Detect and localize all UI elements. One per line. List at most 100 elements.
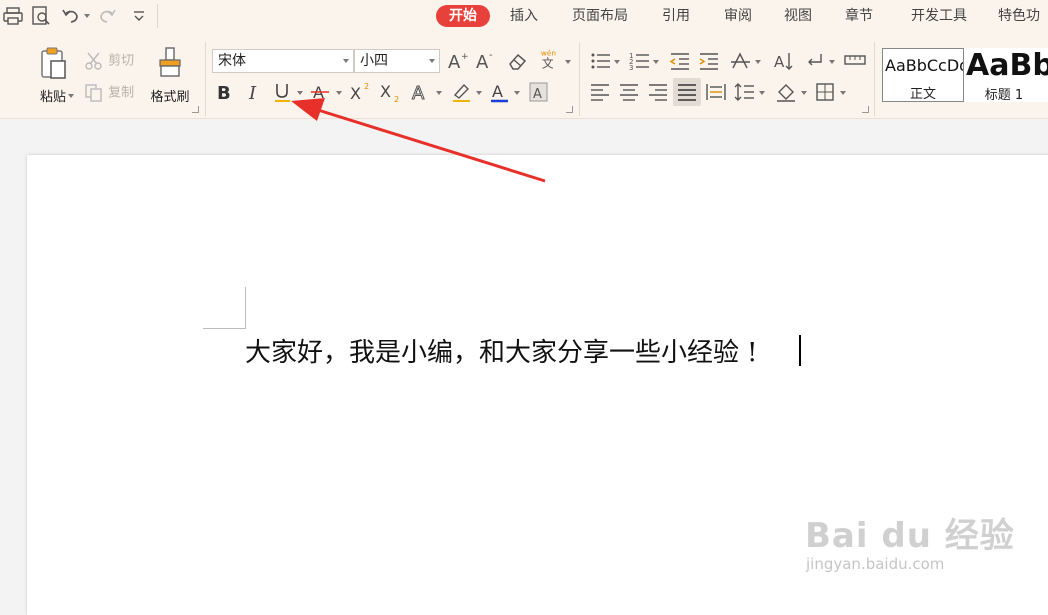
watermark-logo: Bai du 经验 [805, 516, 1015, 556]
strikethrough-dropdown-icon[interactable] [336, 91, 342, 95]
highlight-icon[interactable] [450, 81, 474, 103]
svg-text:3: 3 [629, 64, 633, 72]
font-color-icon[interactable]: A [488, 81, 512, 103]
svg-text:-: - [489, 50, 493, 61]
table-tools-icon[interactable] [843, 50, 867, 72]
italic-icon[interactable]: I [242, 81, 266, 103]
shrink-font-icon[interactable]: A- [474, 50, 498, 72]
decrease-indent-icon[interactable] [668, 50, 692, 72]
numbering-dropdown-icon[interactable] [653, 60, 659, 64]
cut-button[interactable]: 剪切 [84, 51, 134, 71]
font-size-select[interactable]: 小四 [354, 49, 440, 73]
tab-references[interactable]: 引用 [654, 5, 698, 27]
style-heading-1[interactable]: AaBb 标题 1 [964, 48, 1048, 102]
svg-text:A: A [492, 82, 503, 101]
customize-toolbar-icon[interactable] [128, 5, 150, 27]
align-right-icon[interactable] [646, 81, 670, 103]
grow-font-icon[interactable]: A + [446, 50, 470, 72]
svg-text:+: + [461, 52, 469, 62]
highlight-dropdown-icon[interactable] [476, 91, 482, 95]
tab-developer[interactable]: 开发工具 [902, 5, 976, 27]
paste-button[interactable]: 粘贴 [30, 46, 76, 118]
format-painter-button[interactable]: 格式刷 [144, 46, 196, 118]
underline-dropdown-icon[interactable] [297, 91, 303, 95]
scissors-icon [85, 52, 102, 70]
sort-icon[interactable]: A [771, 50, 795, 72]
phonetic-dropdown-icon[interactable] [565, 60, 571, 64]
strikethrough-icon[interactable]: A [309, 81, 333, 103]
chinese-layout-icon[interactable] [729, 50, 753, 72]
text-cursor [799, 335, 801, 366]
format-painter-label: 格式刷 [150, 90, 190, 105]
increase-indent-icon[interactable] [697, 50, 721, 72]
align-center-icon[interactable] [617, 81, 641, 103]
paste-dropdown-icon[interactable] [68, 94, 74, 98]
distributed-align-icon[interactable] [704, 81, 728, 103]
print-icon[interactable] [2, 5, 24, 27]
text-effects-icon[interactable]: A [409, 81, 433, 104]
character-shading-icon[interactable]: A [527, 81, 551, 103]
show-hide-marks-icon[interactable] [803, 50, 827, 72]
numbering-icon[interactable]: 123 [628, 50, 652, 72]
line-spacing-dropdown-icon[interactable] [759, 91, 765, 95]
svg-text:2: 2 [394, 95, 399, 103]
font-color-dropdown-icon[interactable] [514, 91, 520, 95]
watermark-url: jingyan.baidu.com [806, 555, 945, 573]
undo-icon[interactable] [60, 5, 82, 27]
tab-insert[interactable]: 插入 [503, 5, 545, 27]
subscript-icon[interactable]: X2 [378, 81, 402, 103]
svg-text:文: 文 [542, 56, 554, 70]
bold-icon[interactable]: B [213, 81, 237, 103]
align-left-icon[interactable] [588, 81, 612, 103]
font-dialog-launcher[interactable] [566, 106, 573, 113]
ribbon: 粘贴 剪切 复制 格式刷 宋体 小四 A + A- wén 文 B I A X … [0, 32, 1048, 119]
document-body-text[interactable]: 大家好，我是小编，和大家分享一些小经验! [245, 332, 757, 369]
shading-dropdown-icon[interactable] [801, 91, 807, 95]
undo-dropdown-icon[interactable] [84, 14, 90, 18]
svg-text:A: A [448, 52, 461, 72]
clipboard-dialog-launcher[interactable] [192, 106, 199, 113]
tab-sections[interactable]: 章节 [837, 5, 881, 27]
style-normal-preview: AaBbCcDd [885, 56, 964, 75]
tab-view[interactable]: 视图 [776, 5, 820, 27]
text-effects-dropdown-icon[interactable] [436, 91, 442, 95]
line-spacing-icon[interactable] [733, 81, 757, 103]
svg-text:A: A [533, 87, 542, 102]
font-family-select[interactable]: 宋体 [212, 49, 354, 73]
bullets-icon[interactable] [589, 50, 613, 72]
title-bar: 开始 插入 页面布局 引用 审阅 视图 章节 开发工具 特色功 [0, 0, 1048, 32]
svg-text:A: A [476, 52, 489, 72]
print-preview-icon[interactable] [30, 5, 52, 27]
font-family-value: 宋体 [218, 53, 246, 69]
chinese-layout-dropdown-icon[interactable] [755, 60, 761, 64]
paragraph-dialog-launcher[interactable] [862, 106, 869, 113]
borders-icon[interactable] [814, 81, 838, 103]
margin-corner-mark [203, 328, 246, 329]
underline-icon[interactable] [271, 81, 295, 103]
group-separator [579, 42, 580, 116]
show-hide-dropdown-icon[interactable] [829, 60, 835, 64]
tab-review[interactable]: 审阅 [716, 5, 760, 27]
tab-home[interactable]: 开始 [436, 5, 490, 27]
style-heading-1-preview: AaBb [966, 48, 1048, 83]
copy-button[interactable]: 复制 [84, 83, 134, 103]
cut-label: 剪切 [108, 53, 135, 69]
font-size-dropdown-icon [429, 59, 435, 63]
style-normal[interactable]: AaBbCcDd 正文 [882, 48, 964, 102]
tab-special-features[interactable]: 特色功 [998, 5, 1048, 27]
style-heading-1-name: 标题 1 [984, 88, 1024, 102]
superscript-icon[interactable]: X2 [348, 81, 372, 103]
justify-icon[interactable] [673, 78, 701, 106]
svg-text:X: X [350, 84, 361, 103]
margin-corner-mark [245, 287, 246, 329]
phonetic-guide-icon[interactable]: wén 文 [538, 48, 562, 70]
group-separator [205, 42, 206, 116]
clear-formatting-icon[interactable] [506, 50, 530, 72]
shading-icon[interactable] [775, 81, 799, 103]
tab-page-layout[interactable]: 页面布局 [566, 5, 634, 27]
borders-dropdown-icon[interactable] [840, 91, 846, 95]
font-size-value: 小四 [360, 53, 388, 69]
bullets-dropdown-icon[interactable] [614, 60, 620, 64]
redo-icon[interactable] [96, 5, 118, 27]
svg-text:I: I [248, 83, 257, 103]
